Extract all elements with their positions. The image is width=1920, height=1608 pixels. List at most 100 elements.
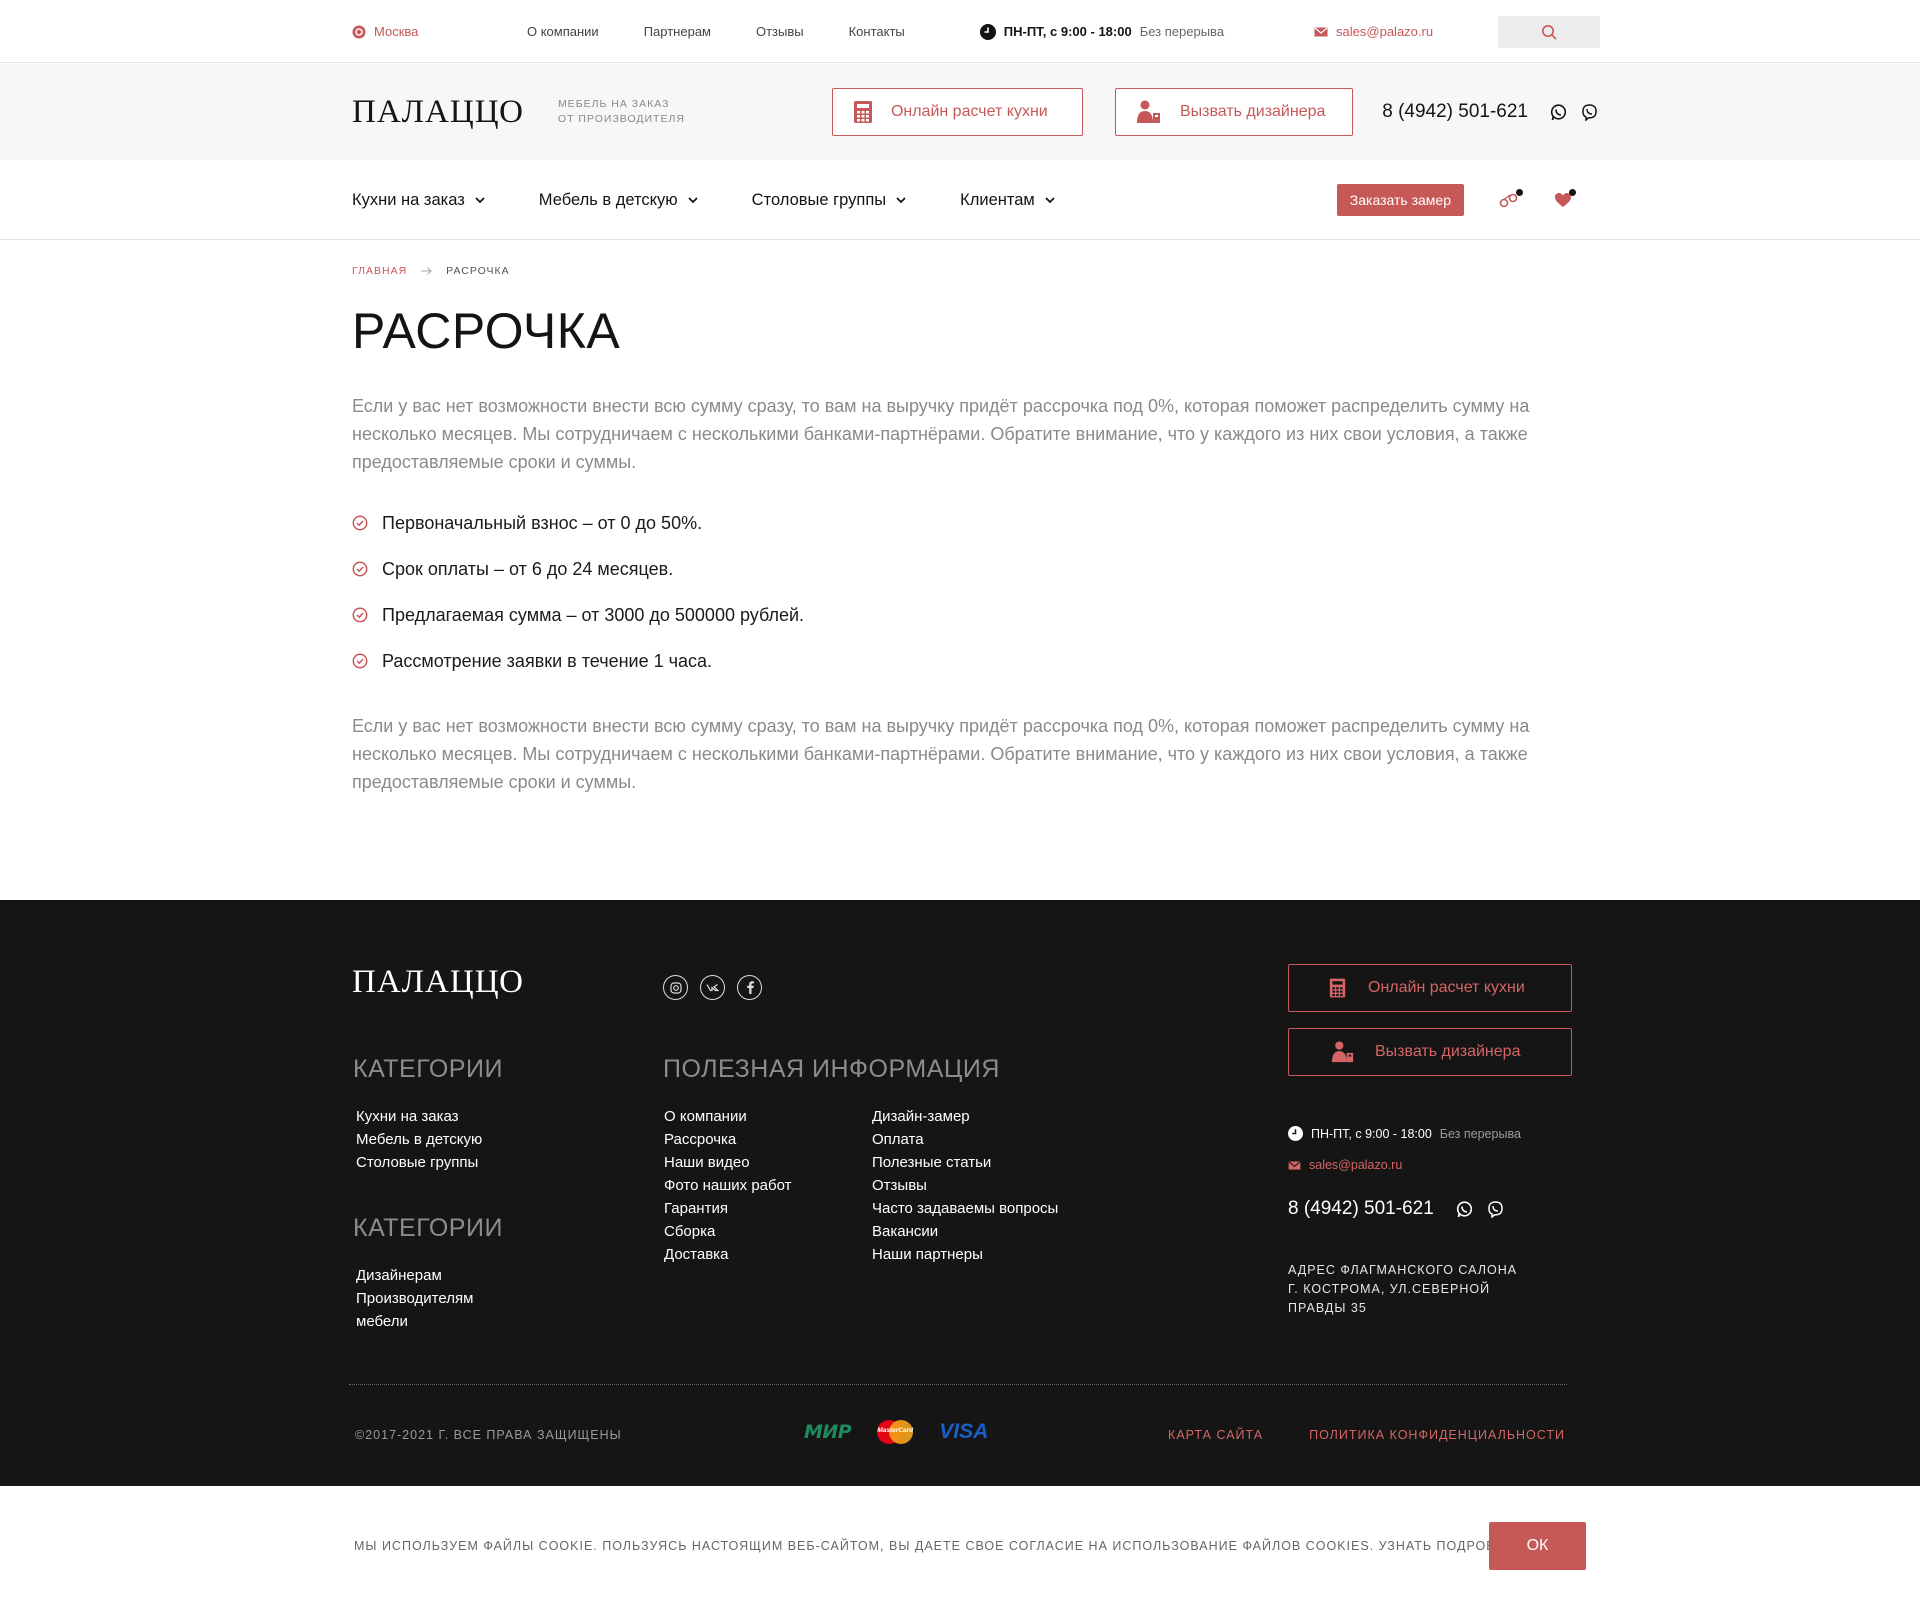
list-item-text: Срок оплаты – от 6 до 24 месяцев. <box>382 558 674 579</box>
top-nav-partners[interactable]: Партнерам <box>644 24 711 39</box>
social-links <box>663 975 762 1000</box>
nav-dining-groups[interactable]: Столовые группы <box>752 191 906 210</box>
work-hours-note: Без перерыва <box>1139 24 1225 39</box>
cookie-banner: МЫ ИСПОЛЬЗУЕМ ФАЙЛЫ COOKIE. ПОЛЬЗУЯСЬ НА… <box>0 1486 1920 1608</box>
footer-divider <box>349 1384 1567 1385</box>
instagram-icon[interactable] <box>663 975 688 1000</box>
footer-link[interactable]: Вакансии <box>872 1220 1058 1243</box>
search-button[interactable] <box>1498 15 1600 48</box>
breadcrumb-home[interactable]: ГЛАВНАЯ <box>352 265 407 277</box>
footer-link[interactable]: Дизайнерам <box>356 1264 473 1287</box>
footer-link[interactable]: Рассрочка <box>664 1128 792 1151</box>
tagline: Мебель на заказ от производителя <box>558 97 688 127</box>
footer-email-link[interactable]: sales@palazo.ru <box>1288 1158 1402 1172</box>
footer-email-text: sales@palazo.ru <box>1309 1158 1403 1172</box>
footer-link[interactable]: Сборка <box>664 1220 792 1243</box>
footer-link[interactable]: Кухни на заказ <box>356 1105 482 1128</box>
footer-calc-button[interactable]: Онлайн расчет кухни <box>1288 964 1572 1012</box>
footer-link[interactable]: Производителям <box>356 1287 473 1310</box>
footer-link[interactable]: Фото наших работ <box>664 1174 792 1197</box>
chevron-down-icon <box>896 196 906 204</box>
nav-kitchens[interactable]: Кухни на заказ <box>352 191 485 210</box>
footer-link[interactable]: Часто задаваемы вопросы <box>872 1197 1058 1220</box>
footer-useful-list-1: О компании Рассрочка Наши видео Фото наш… <box>664 1105 792 1266</box>
whatsapp-icon[interactable] <box>1456 1200 1473 1218</box>
top-nav-contacts[interactable]: Контакты <box>849 24 905 39</box>
call-designer-button[interactable]: Вызвать дизайнера <box>1114 88 1353 136</box>
footer-link[interactable]: Отзывы <box>872 1174 1058 1197</box>
footer: ПАЛАЦЦО КАТЕГОРИИ Кухни на заказ Мебель … <box>0 900 1920 1486</box>
nav-kids-furniture[interactable]: Мебель в детскую <box>539 191 698 210</box>
top-nav-reviews[interactable]: Отзывы <box>756 24 804 39</box>
footer-hours-note: Без перерыва <box>1439 1126 1521 1141</box>
footer-link[interactable]: Столовые группы <box>356 1151 482 1174</box>
footer-calc-label: Онлайн расчет кухни <box>1368 979 1525 996</box>
tagline-line-1: Мебель на заказ <box>557 98 670 110</box>
nav-clients-label: Клиентам <box>960 190 1035 209</box>
list-item: Первоначальный взнос – от 0 до 50%. <box>352 500 804 546</box>
email-link[interactable]: sales@palazo.ru <box>1314 24 1433 39</box>
header-phone[interactable]: 8 (4942) 501-621 <box>1382 101 1528 123</box>
chevron-down-icon <box>688 196 698 204</box>
list-item: Срок оплаты – от 6 до 24 месяцев. <box>352 546 804 592</box>
footer-link[interactable]: Полезные статьи <box>872 1151 1058 1174</box>
top-nav-about[interactable]: О компании <box>527 24 599 39</box>
footer-useful-heading: ПОЛЕЗНАЯ ИНФОРМАЦИЯ <box>663 1055 1000 1083</box>
viber-icon[interactable] <box>1487 1200 1504 1218</box>
vk-icon[interactable] <box>700 975 725 1000</box>
footer-categories-list: Кухни на заказ Мебель в детскую Столовые… <box>356 1105 482 1174</box>
top-bar: Москва О компании Партнерам Отзывы Конта… <box>0 0 1920 63</box>
footer-link[interactable]: мебели <box>356 1310 473 1333</box>
privacy-policy-link[interactable]: ПОЛИТИКА КОНФИДЕНЦИАЛЬНОСТИ <box>1309 1428 1565 1442</box>
mail-icon <box>1288 1160 1301 1170</box>
whatsapp-icon[interactable] <box>1550 103 1567 121</box>
calculator-icon <box>1329 977 1346 999</box>
city-selector[interactable]: Москва <box>352 24 527 39</box>
location-pin-icon <box>352 25 366 39</box>
footer-link[interactable]: Дизайн-замер <box>872 1105 1058 1128</box>
call-designer-label: Вызвать дизайнера <box>1179 103 1326 120</box>
order-measurement-button[interactable]: Заказать замер <box>1336 184 1464 216</box>
footer-link[interactable]: О компании <box>664 1105 792 1128</box>
footer-categories2-list: Дизайнерам Производителям мебели <box>356 1264 473 1333</box>
viber-icon[interactable] <box>1581 103 1598 121</box>
check-circle-icon <box>352 561 382 577</box>
footer-link[interactable]: Наши видео <box>664 1151 792 1174</box>
facebook-icon[interactable] <box>737 975 762 1000</box>
footer-phone[interactable]: 8 (4942) 501-621 <box>1288 1198 1434 1220</box>
footer-legal-links: КАРТА САЙТА ПОЛИТИКА КОНФИДЕНЦИАЛЬНОСТИ <box>1168 1428 1565 1442</box>
footer-link[interactable]: Доставка <box>664 1243 792 1266</box>
chevron-down-icon <box>475 196 485 204</box>
messenger-links <box>1550 103 1598 121</box>
sitemap-link[interactable]: КАРТА САЙТА <box>1168 1428 1263 1442</box>
footer-categories2-heading: КАТЕГОРИИ <box>353 1214 503 1242</box>
footer-link[interactable]: Мебель в детскую <box>356 1128 482 1151</box>
nav-clients[interactable]: Клиентам <box>960 191 1055 210</box>
footer-link[interactable]: Наши партнеры <box>872 1243 1058 1266</box>
city-label: Москва <box>374 24 419 39</box>
footer-useful-list-2: Дизайн-замер Оплата Полезные статьи Отзы… <box>872 1105 1058 1266</box>
footer-logo[interactable]: ПАЛАЦЦО <box>352 964 524 1001</box>
cookie-ok-button[interactable]: ОК <box>1489 1522 1586 1570</box>
breadcrumb: ГЛАВНАЯ РАСРОЧКА <box>352 265 510 277</box>
email-text: sales@palazo.ru <box>1336 24 1434 39</box>
favorites-button[interactable] <box>1554 189 1576 208</box>
designer-icon <box>1331 1041 1355 1063</box>
work-hours-time: ПН-ПТ, с 9:00 - 18:00 <box>1003 24 1132 39</box>
visa-logo: VISA <box>939 1420 989 1443</box>
logo[interactable]: ПАЛАЦЦО <box>352 94 524 131</box>
installment-conditions-list: Первоначальный взнос – от 0 до 50%. Срок… <box>352 500 804 684</box>
compare-button[interactable] <box>1499 189 1523 208</box>
payment-methods: МИР MasterCard VISA <box>804 1419 988 1445</box>
calculator-icon <box>853 100 873 124</box>
footer-link[interactable]: Оплата <box>872 1128 1058 1151</box>
footer-phone-row: 8 (4942) 501-621 <box>1288 1198 1504 1220</box>
main-nav: Кухни на заказ Мебель в детскую Столовые… <box>0 160 1920 240</box>
online-kitchen-calc-button[interactable]: Онлайн расчет кухни <box>831 88 1083 136</box>
footer-link[interactable]: Гарантия <box>664 1197 792 1220</box>
designer-icon <box>1136 100 1162 124</box>
check-circle-icon <box>352 653 382 669</box>
check-circle-icon <box>352 607 382 623</box>
footer-designer-button[interactable]: Вызвать дизайнера <box>1288 1028 1572 1076</box>
list-item: Предлагаемая сумма – от 3000 до 500000 р… <box>352 592 804 638</box>
